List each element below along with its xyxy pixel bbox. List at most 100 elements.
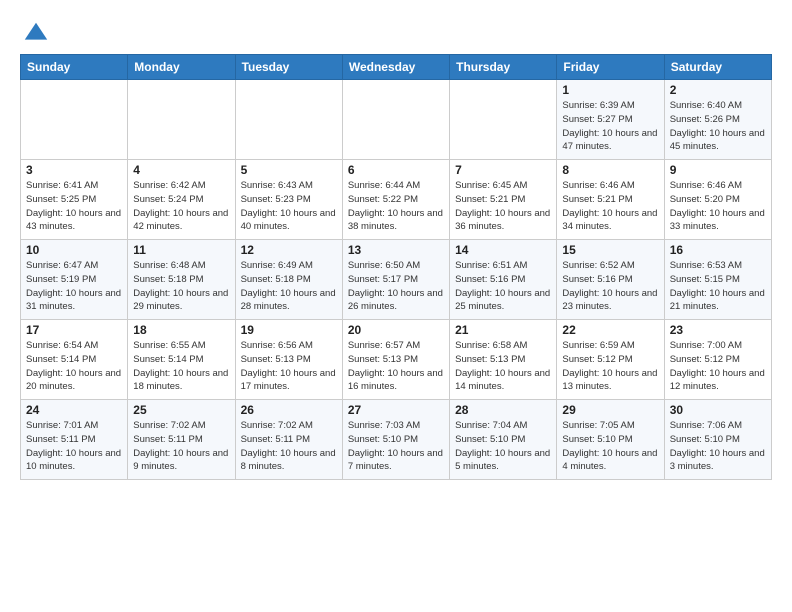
calendar-week-row: 24Sunrise: 7:01 AM Sunset: 5:11 PM Dayli… (21, 400, 772, 480)
day-info: Sunrise: 6:44 AM Sunset: 5:22 PM Dayligh… (348, 179, 444, 234)
day-info: Sunrise: 6:55 AM Sunset: 5:14 PM Dayligh… (133, 339, 229, 394)
weekday-header-friday: Friday (557, 55, 664, 80)
calendar-header: SundayMondayTuesdayWednesdayThursdayFrid… (21, 55, 772, 80)
day-info: Sunrise: 6:59 AM Sunset: 5:12 PM Dayligh… (562, 339, 658, 394)
calendar-cell: 21 Sunrise: 6:58 AM Sunset: 5:13 PM Dayli… (450, 320, 557, 400)
day-info: Sunrise: 7:06 AM Sunset: 5:10 PM Dayligh… (670, 419, 766, 474)
calendar-cell: 14 Sunrise: 6:51 AM Sunset: 5:16 PM Dayli… (450, 240, 557, 320)
day-info: Sunrise: 6:48 AM Sunset: 5:18 PM Dayligh… (133, 259, 229, 314)
calendar-cell: 27 Sunrise: 7:03 AM Sunset: 5:10 PM Dayli… (342, 400, 449, 480)
day-info: Sunrise: 6:56 AM Sunset: 5:13 PM Dayligh… (241, 339, 337, 394)
day-number: 20 (348, 323, 444, 337)
calendar-cell: 20 Sunrise: 6:57 AM Sunset: 5:13 PM Dayli… (342, 320, 449, 400)
calendar-table: SundayMondayTuesdayWednesdayThursdayFrid… (20, 54, 772, 480)
calendar-cell: 5 Sunrise: 6:43 AM Sunset: 5:23 PM Daylig… (235, 160, 342, 240)
day-info: Sunrise: 7:03 AM Sunset: 5:10 PM Dayligh… (348, 419, 444, 474)
day-number: 8 (562, 163, 658, 177)
calendar-cell: 10 Sunrise: 6:47 AM Sunset: 5:19 PM Dayli… (21, 240, 128, 320)
weekday-header-sunday: Sunday (21, 55, 128, 80)
day-info: Sunrise: 6:57 AM Sunset: 5:13 PM Dayligh… (348, 339, 444, 394)
calendar-cell: 13Sunrise: 6:50 AM Sunset: 5:17 PM Dayli… (342, 240, 449, 320)
calendar-cell: 2 Sunrise: 6:40 AM Sunset: 5:26 PM Daylig… (664, 80, 771, 160)
day-info: Sunrise: 6:51 AM Sunset: 5:16 PM Dayligh… (455, 259, 551, 314)
day-info: Sunrise: 6:47 AM Sunset: 5:19 PM Dayligh… (26, 259, 122, 314)
day-info: Sunrise: 6:46 AM Sunset: 5:20 PM Dayligh… (670, 179, 766, 234)
weekday-header-wednesday: Wednesday (342, 55, 449, 80)
calendar-cell: 7 Sunrise: 6:45 AM Sunset: 5:21 PM Daylig… (450, 160, 557, 240)
weekday-header-monday: Monday (128, 55, 235, 80)
header-area (20, 16, 772, 48)
calendar-cell: 30 Sunrise: 7:06 AM Sunset: 5:10 PM Dayli… (664, 400, 771, 480)
calendar-cell: 28 Sunrise: 7:04 AM Sunset: 5:10 PM Dayli… (450, 400, 557, 480)
day-info: Sunrise: 7:04 AM Sunset: 5:10 PM Dayligh… (455, 419, 551, 474)
day-info: Sunrise: 6:50 AM Sunset: 5:17 PM Dayligh… (348, 259, 444, 314)
day-info: Sunrise: 6:49 AM Sunset: 5:18 PM Dayligh… (241, 259, 337, 314)
day-number: 16 (670, 243, 766, 257)
calendar-cell: 11 Sunrise: 6:48 AM Sunset: 5:18 PM Dayli… (128, 240, 235, 320)
calendar-cell: 24Sunrise: 7:01 AM Sunset: 5:11 PM Dayli… (21, 400, 128, 480)
day-info: Sunrise: 7:00 AM Sunset: 5:12 PM Dayligh… (670, 339, 766, 394)
calendar-cell: 19Sunrise: 6:56 AM Sunset: 5:13 PM Dayli… (235, 320, 342, 400)
logo (20, 20, 50, 48)
calendar-cell: 9 Sunrise: 6:46 AM Sunset: 5:20 PM Daylig… (664, 160, 771, 240)
day-number: 21 (455, 323, 551, 337)
calendar-cell: 1 Sunrise: 6:39 AM Sunset: 5:27 PM Daylig… (557, 80, 664, 160)
day-number: 29 (562, 403, 658, 417)
day-number: 14 (455, 243, 551, 257)
calendar-cell (235, 80, 342, 160)
day-info: Sunrise: 6:46 AM Sunset: 5:21 PM Dayligh… (562, 179, 658, 234)
calendar-week-row: 1 Sunrise: 6:39 AM Sunset: 5:27 PM Daylig… (21, 80, 772, 160)
calendar-body: 1 Sunrise: 6:39 AM Sunset: 5:27 PM Daylig… (21, 80, 772, 480)
day-info: Sunrise: 7:02 AM Sunset: 5:11 PM Dayligh… (241, 419, 337, 474)
day-info: Sunrise: 7:02 AM Sunset: 5:11 PM Dayligh… (133, 419, 229, 474)
day-number: 1 (562, 83, 658, 97)
weekday-header-thursday: Thursday (450, 55, 557, 80)
calendar-cell: 6 Sunrise: 6:44 AM Sunset: 5:22 PM Daylig… (342, 160, 449, 240)
day-number: 25 (133, 403, 229, 417)
day-number: 27 (348, 403, 444, 417)
page-container: SundayMondayTuesdayWednesdayThursdayFrid… (0, 0, 792, 490)
calendar-cell: 25 Sunrise: 7:02 AM Sunset: 5:11 PM Dayli… (128, 400, 235, 480)
day-number: 6 (348, 163, 444, 177)
day-number: 30 (670, 403, 766, 417)
day-info: Sunrise: 6:41 AM Sunset: 5:25 PM Dayligh… (26, 179, 122, 234)
day-info: Sunrise: 6:40 AM Sunset: 5:26 PM Dayligh… (670, 99, 766, 154)
calendar-cell: 23 Sunrise: 7:00 AM Sunset: 5:12 PM Dayli… (664, 320, 771, 400)
day-number: 4 (133, 163, 229, 177)
day-number: 23 (670, 323, 766, 337)
day-number: 2 (670, 83, 766, 97)
day-number: 7 (455, 163, 551, 177)
calendar-cell: 12Sunrise: 6:49 AM Sunset: 5:18 PM Dayli… (235, 240, 342, 320)
day-number: 3 (26, 163, 122, 177)
day-info: Sunrise: 6:54 AM Sunset: 5:14 PM Dayligh… (26, 339, 122, 394)
day-number: 5 (241, 163, 337, 177)
calendar-cell: 15 Sunrise: 6:52 AM Sunset: 5:16 PM Dayli… (557, 240, 664, 320)
calendar-week-row: 10 Sunrise: 6:47 AM Sunset: 5:19 PM Dayli… (21, 240, 772, 320)
calendar-cell (128, 80, 235, 160)
day-info: Sunrise: 6:58 AM Sunset: 5:13 PM Dayligh… (455, 339, 551, 394)
day-number: 10 (26, 243, 122, 257)
day-info: Sunrise: 7:05 AM Sunset: 5:10 PM Dayligh… (562, 419, 658, 474)
weekday-header-row: SundayMondayTuesdayWednesdayThursdayFrid… (21, 55, 772, 80)
weekday-header-tuesday: Tuesday (235, 55, 342, 80)
day-info: Sunrise: 7:01 AM Sunset: 5:11 PM Dayligh… (26, 419, 122, 474)
day-number: 26 (241, 403, 337, 417)
calendar-cell: 3 Sunrise: 6:41 AM Sunset: 5:25 PM Daylig… (21, 160, 128, 240)
calendar-cell: 18Sunrise: 6:55 AM Sunset: 5:14 PM Dayli… (128, 320, 235, 400)
day-number: 15 (562, 243, 658, 257)
day-info: Sunrise: 6:39 AM Sunset: 5:27 PM Dayligh… (562, 99, 658, 154)
day-info: Sunrise: 6:45 AM Sunset: 5:21 PM Dayligh… (455, 179, 551, 234)
calendar-cell: 8 Sunrise: 6:46 AM Sunset: 5:21 PM Daylig… (557, 160, 664, 240)
day-number: 9 (670, 163, 766, 177)
day-info: Sunrise: 6:43 AM Sunset: 5:23 PM Dayligh… (241, 179, 337, 234)
calendar-cell: 26 Sunrise: 7:02 AM Sunset: 5:11 PM Dayli… (235, 400, 342, 480)
weekday-header-saturday: Saturday (664, 55, 771, 80)
day-number: 17 (26, 323, 122, 337)
calendar-cell: 17 Sunrise: 6:54 AM Sunset: 5:14 PM Dayli… (21, 320, 128, 400)
day-number: 11 (133, 243, 229, 257)
day-info: Sunrise: 6:52 AM Sunset: 5:16 PM Dayligh… (562, 259, 658, 314)
day-number: 28 (455, 403, 551, 417)
calendar-cell: 4Sunrise: 6:42 AM Sunset: 5:24 PM Daylig… (128, 160, 235, 240)
day-number: 22 (562, 323, 658, 337)
calendar-cell: 16Sunrise: 6:53 AM Sunset: 5:15 PM Dayli… (664, 240, 771, 320)
